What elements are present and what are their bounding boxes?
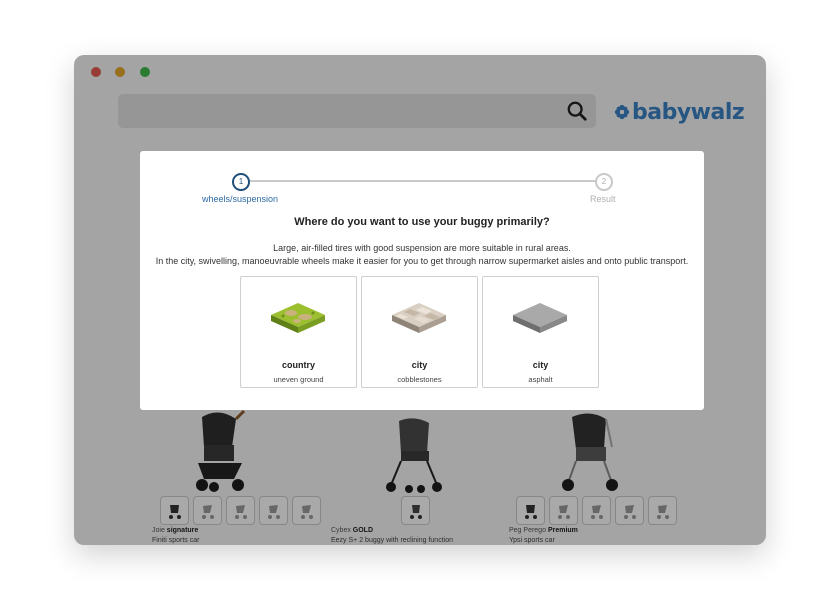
step-2-label[interactable]: Result (590, 194, 616, 204)
buggy-finder-modal: 1 2 wheels/suspension Result Where do yo… (140, 151, 704, 410)
option-city-asphalt[interactable]: city asphalt (482, 276, 599, 388)
cobblestone-terrain-icon (392, 303, 446, 333)
option-title: country (281, 360, 315, 370)
step-1-indicator[interactable]: 1 (232, 173, 250, 191)
question-heading: Where do you want to use your buggy prim… (294, 216, 550, 228)
option-subtitle: uneven ground (273, 375, 324, 384)
option-title: city (532, 360, 549, 370)
progress-line (248, 180, 603, 182)
option-city-cobblestones[interactable]: city cobblestones (361, 276, 478, 388)
step-2-indicator[interactable]: 2 (595, 173, 613, 191)
explanation-line-1: Large, air-filled tires with good suspen… (273, 243, 571, 253)
explanation-line-2: In the city, swivelling, manoeuvrable wh… (155, 256, 689, 266)
step-1-label[interactable]: wheels/suspension (202, 194, 278, 204)
option-subtitle: cobblestones (397, 375, 442, 384)
grass-terrain-icon (271, 303, 325, 333)
question-explanation: Large, air-filled tires with good suspen… (140, 242, 704, 268)
asphalt-terrain-icon (513, 303, 567, 333)
option-title: city (411, 360, 428, 370)
option-subtitle: asphalt (528, 375, 553, 384)
option-country[interactable]: country uneven ground (240, 276, 357, 388)
